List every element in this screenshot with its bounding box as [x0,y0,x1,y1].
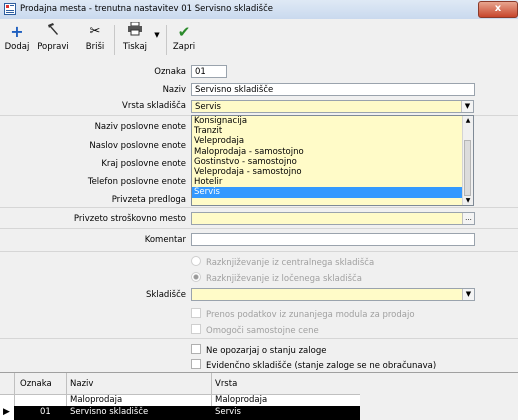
checkbox-ne-opozarjaj-label: Ne opozarjaj o stanju zaloge [206,346,327,356]
grid-cell-vrsta[interactable]: Maloprodaja [215,395,267,405]
grid-cell-oznaka[interactable]: 01 [40,407,51,417]
divider [0,338,518,339]
dropdown-option[interactable]: Maloprodaja - samostojno [192,147,473,157]
print-button[interactable]: Tiskaj [120,21,150,52]
skladisce-label: Skladišče [146,290,186,300]
radio-central-label: Razknjiževanje iz centralnega skladišča [206,258,375,268]
plus-icon: + [10,22,24,41]
window-title: Prodajna mesta - trenutna nastavitev 01 … [20,4,273,14]
radio-icon [191,272,201,282]
naslov-pe-label: Naslov poslovne enote [89,141,186,151]
close-icon: x [494,3,502,14]
vrsta-select[interactable]: Servis ▼ [191,100,474,113]
radio-locen[interactable]: Razknjiževanje iz ločenega skladišča [191,272,362,284]
edit-button-label: Popravi [37,42,69,52]
printer-icon [120,21,150,42]
predloga-label: Privzeta predloga [111,195,186,205]
grid-header-vrsta[interactable]: Vrsta [215,379,237,389]
naziv-pe-label: Naziv poslovne enote [94,122,186,132]
radio-icon [191,256,201,266]
chevron-down-icon[interactable]: ▼ [461,101,473,112]
checkmark-icon: ✔ [177,23,191,41]
telefon-pe-label: Telefon poslovne enote [87,177,186,187]
naziv-label: Naziv [162,85,186,95]
data-grid[interactable]: Oznaka Naziv Vrsta Maloprodaja Maloproda… [0,372,360,420]
dropdown-option-selected[interactable]: Servis [192,187,462,198]
checkbox-icon [191,344,201,354]
chevron-down-icon[interactable]: ▼ [462,289,474,300]
oznaka-field[interactable]: 01 [191,65,227,78]
oznaka-label: Oznaka [154,67,186,77]
delete-button[interactable]: ✂ Briši [82,22,108,52]
checkbox-omogoci[interactable]: Omogoči samostojne cene [191,324,319,336]
skladisce-select[interactable]: ▼ [191,288,475,301]
radio-central[interactable]: Razknjiževanje iz centralnega skladišča [191,256,374,268]
checkbox-ne-opozarjaj[interactable]: Ne opozarjaj o stanju zaloge [191,344,326,356]
add-button-label: Dodaj [4,42,30,52]
checkbox-evidencno[interactable]: Evidenčno skladišče (stanje zaloge se ne… [191,359,436,371]
checkbox-icon [191,359,201,369]
radio-locen-label: Razknjiževanje iz ločenega skladišča [206,274,362,284]
grid-empty-area [360,372,518,420]
komentar-label: Komentar [144,235,186,245]
checkbox-icon [191,308,201,318]
divider [0,228,518,229]
grid-header-oznaka[interactable]: Oznaka [20,379,52,389]
kraj-pe-label: Kraj poslovne enote [101,159,186,169]
checkbox-evidencno-label: Evidenčno skladišče (stanje zaloge se ne… [206,361,437,371]
row-pointer-icon: ▶ [3,407,10,417]
divider [0,251,518,252]
strosek-field[interactable]: ... [191,212,475,225]
naziv-field[interactable]: Servisno skladišče [191,83,475,96]
grid-header [0,373,360,395]
dropdown-option[interactable]: Konsignacija [192,116,473,126]
dropdown-option[interactable]: Hotelir [192,177,473,187]
scissors-icon: ✂ [89,24,101,39]
komentar-field[interactable] [191,233,475,246]
checkbox-prenos[interactable]: Prenos podatkov iz zunanjega modula za p… [191,308,415,320]
browse-button[interactable]: ... [462,213,474,224]
dropdown-scrollbar[interactable]: ▲ ▼ [462,116,473,205]
grid-cell-vrsta[interactable]: Servis [215,407,241,417]
title-bar: Prodajna mesta - trenutna nastavitev 01 … [0,0,518,20]
dropdown-option[interactable]: Tranzit [192,126,473,136]
print-button-label: Tiskaj [122,42,148,52]
close-button[interactable]: x [478,1,518,18]
scroll-up-icon[interactable]: ▲ [463,116,473,125]
checkbox-omogoci-label: Omogoči samostojne cene [206,326,319,336]
checkbox-icon [191,324,201,334]
grid-cell-naziv[interactable]: Maloprodaja [70,395,122,405]
vrsta-label: Vrsta skladišča [122,101,186,111]
edit-button[interactable]: Popravi [36,22,70,52]
scroll-down-icon[interactable]: ▼ [463,196,473,205]
dropdown-option[interactable]: Veleprodaja - samostojno [192,167,473,177]
grid-cell-naziv[interactable]: Servisno skladišče [70,407,148,417]
divider [0,207,518,208]
vrsta-select-value: Servis [195,102,221,112]
close-form-button[interactable]: ✔ Zapri [171,22,197,52]
toolbar: + Dodaj Popravi ✂ Briši Tiskaj ▼ ✔ Zapri [0,19,518,64]
scrollbar-thumb[interactable] [464,140,471,196]
delete-button-label: Briši [85,42,105,52]
toolbar-separator [166,25,167,55]
checkbox-prenos-label: Prenos podatkov iz zunanjega modula za p… [206,310,415,320]
hammer-icon [36,22,70,42]
dropdown-option[interactable]: Veleprodaja [192,136,473,146]
add-button[interactable]: + Dodaj [2,22,32,52]
vrsta-dropdown-list[interactable]: Konsignacija Tranzit Veleprodaja Malopro… [191,115,474,206]
window: Prodajna mesta - trenutna nastavitev 01 … [0,0,518,420]
strosek-label: Privzeto stroškovno mesto [73,214,186,224]
toolbar-separator [114,25,115,55]
grid-header-naziv[interactable]: Naziv [70,379,93,389]
print-dropdown-arrow[interactable]: ▼ [153,31,161,39]
app-icon [4,3,16,15]
table-row-selected[interactable]: 01 Servisno skladišče Servis [14,406,360,420]
close-form-button-label: Zapri [172,42,196,52]
dropdown-option[interactable]: Gostinstvo - samostojno [192,157,473,167]
